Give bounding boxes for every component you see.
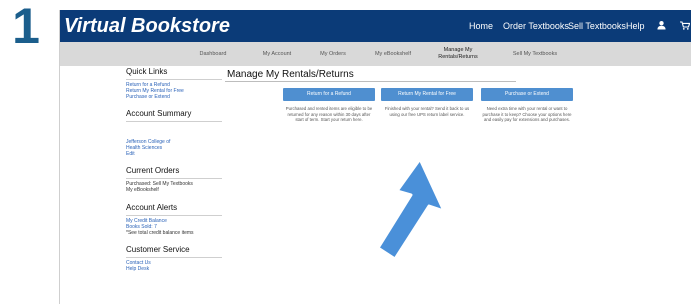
divider [126,214,222,216]
nav-order-textbooks[interactable]: Order Textbooks [503,10,569,42]
alert-note: *See total credit balance items [126,230,194,237]
current-orders-heading: Current Orders [126,166,180,176]
account-subnav: Dashboard My Account My Orders My eBooks… [60,42,691,66]
divider [126,178,222,180]
sidebar: Quick Links Return for a Refund Return M… [126,67,222,273]
site-header: Virtual Bookstore Home Order Textbooks S… [60,10,691,42]
step-number: 1 [12,0,40,54]
return-rental-free-description: Finished with your rental? Send it back … [384,106,470,117]
divider [126,257,222,259]
nav-home[interactable]: Home [469,10,493,42]
account-summary-heading: Account Summary [126,108,192,118]
user-icon[interactable] [657,20,666,30]
divider [126,79,222,80]
account-alerts-heading: Account Alerts [126,202,178,212]
subnav-sell-my-textbooks[interactable]: Sell My Textbooks [500,42,570,66]
site-logo[interactable]: Virtual Bookstore [64,13,230,39]
nav-sell-textbooks[interactable]: Sell Textbooks [568,10,626,42]
subnav-my-orders[interactable]: My Orders [303,42,363,66]
cart-icon[interactable] [680,21,690,30]
subnav-manage-rentals-returns[interactable]: Manage My Rentals/Returns [434,42,482,66]
customer-service-heading: Customer Service [126,245,190,255]
current-orders-line: My eBookshelf [126,187,159,194]
page-title: Manage My Rentals/Returns [227,69,354,80]
subnav-dashboard[interactable]: Dashboard [183,42,243,66]
return-rental-free-button[interactable]: Return My Rental for Free [381,88,473,101]
title-divider [225,81,516,82]
account-summary-edit-link[interactable]: Edit [126,151,222,157]
screenshot-stage: { "step_number": "1", "header": { "logo"… [0,0,691,304]
quick-link-purchase-extend[interactable]: Purchase or Extend [126,94,222,100]
purchase-or-extend-description: Need extra time with your rental or want… [482,106,572,123]
return-for-refund-description: Purchased and rented items are eligible … [285,106,373,123]
subnav-my-ebookshelf[interactable]: My eBookshelf [363,42,423,66]
return-for-refund-button[interactable]: Return for a Refund [283,88,375,101]
purchase-or-extend-button[interactable]: Purchase or Extend [481,88,573,101]
divider [126,120,222,122]
nav-help[interactable]: Help [626,10,645,42]
help-desk-link[interactable]: Help Desk [126,266,222,272]
quick-links-heading: Quick Links [126,67,168,76]
pointer-arrow-icon [376,157,446,261]
subnav-my-account[interactable]: My Account [247,42,307,66]
